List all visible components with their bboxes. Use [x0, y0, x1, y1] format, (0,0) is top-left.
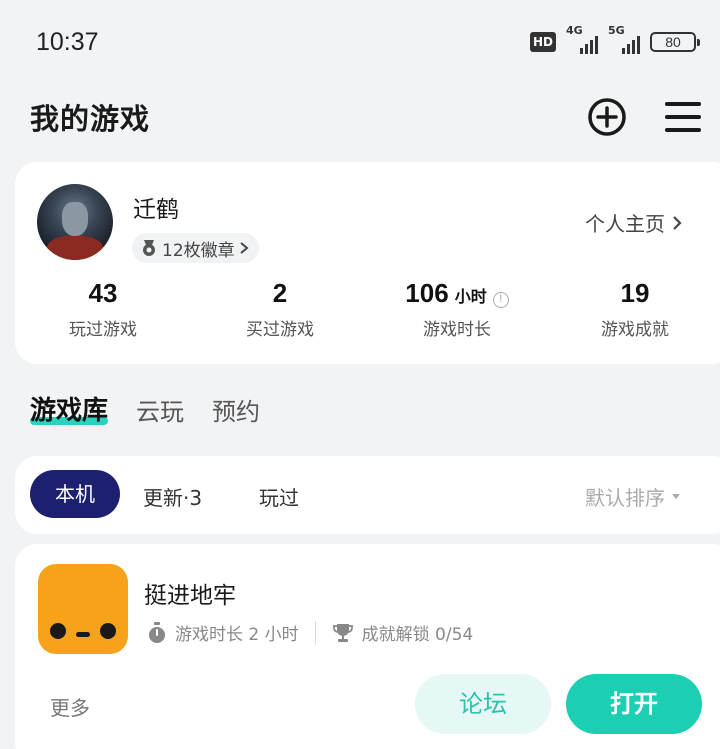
homepage-label: 个人主页 — [585, 212, 665, 236]
stat-playtime[interactable]: 106 小时 ! 游戏时长 — [382, 278, 532, 340]
status-icons: HD 4G 5G 80 — [529, 24, 700, 54]
game-playtime: 游戏时长 2 小时 — [175, 625, 299, 645]
stat-value: 43 — [88, 278, 118, 308]
more-button[interactable]: 更多 — [50, 692, 90, 721]
stat-label: 玩过游戏 — [69, 320, 137, 340]
game-icon-eye — [50, 623, 66, 639]
filter-chip-played[interactable]: 玩过 — [259, 482, 299, 511]
stat-played-games[interactable]: 43 玩过游戏 — [28, 278, 178, 340]
stat-label: 买过游戏 — [246, 320, 314, 340]
tab-library[interactable]: 游戏库 — [30, 390, 109, 427]
page-title: 我的游戏 — [30, 102, 151, 136]
hd-voice-icon: HD — [529, 32, 556, 52]
filter-chip-updates[interactable]: 更新·3 — [143, 482, 202, 511]
game-meta: 游戏时长 2 小时 成就解锁 0/54 — [147, 620, 473, 645]
stat-bought-games[interactable]: 2 买过游戏 — [205, 278, 355, 340]
game-icon[interactable] — [38, 564, 128, 654]
stat-label: 游戏时长 — [423, 320, 491, 340]
chevron-right-icon — [673, 215, 682, 230]
tab-cloud-play[interactable]: 云玩 — [136, 392, 184, 427]
game-achievements: 成就解锁 0/54 — [361, 625, 474, 645]
signal-4g-icon: 4G — [566, 24, 598, 54]
medal-icon — [143, 240, 155, 256]
filter-bar: 本机 更新·3 玩过 默认排序 — [15, 456, 720, 534]
signal-5g-icon: 5G — [608, 24, 640, 54]
status-bar: 10:37 HD 4G 5G 80 — [0, 0, 720, 88]
username: 迁鹤 — [133, 197, 179, 223]
menu-button[interactable] — [662, 98, 704, 136]
hamburger-menu-icon — [665, 102, 701, 132]
game-icon-eye — [100, 623, 116, 639]
library-tabs: 游戏库 云玩 预约 — [30, 390, 260, 427]
stat-achievements[interactable]: 19 游戏成就 — [560, 278, 710, 340]
stat-unit: 小时 — [454, 289, 487, 306]
profile-card: 迁鹤 12枚徽章 个人主页 43 玩过游戏 2 买过游戏 106 小时 ! 游戏… — [15, 162, 720, 364]
stat-value: 19 — [620, 278, 650, 308]
info-icon[interactable]: ! — [492, 292, 509, 308]
homepage-link[interactable]: 个人主页 — [585, 208, 683, 237]
stat-value: 2 — [272, 278, 288, 308]
stopwatch-icon — [149, 621, 165, 643]
battery-icon: 80 — [650, 32, 700, 52]
avatar[interactable] — [37, 184, 113, 260]
tab-reservations[interactable]: 预约 — [212, 392, 260, 427]
forum-button[interactable]: 论坛 — [415, 674, 551, 734]
add-game-button[interactable] — [586, 96, 628, 138]
divider — [314, 620, 316, 645]
sort-dropdown[interactable]: 默认排序 — [585, 482, 681, 511]
chevron-right-icon — [240, 242, 249, 254]
filter-chip-local[interactable]: 本机 — [30, 470, 120, 518]
badges-label: 12枚徽章 — [162, 240, 235, 261]
badges-button[interactable]: 12枚徽章 — [132, 233, 259, 263]
open-game-button[interactable]: 打开 — [566, 674, 702, 734]
trophy-icon — [332, 623, 353, 642]
plus-circle-icon — [588, 98, 626, 136]
game-icon-mouth — [76, 632, 90, 637]
stat-value: 106 — [405, 278, 449, 308]
sort-label: 默认排序 — [585, 486, 665, 510]
status-time: 10:37 — [36, 28, 99, 56]
game-title[interactable]: 挺进地牢 — [144, 576, 236, 610]
stat-label: 游戏成就 — [601, 320, 669, 340]
caret-down-icon — [672, 493, 680, 499]
game-card: 挺进地牢 游戏时长 2 小时 成就解锁 0/54 更多 论坛 打开 — [15, 544, 720, 749]
